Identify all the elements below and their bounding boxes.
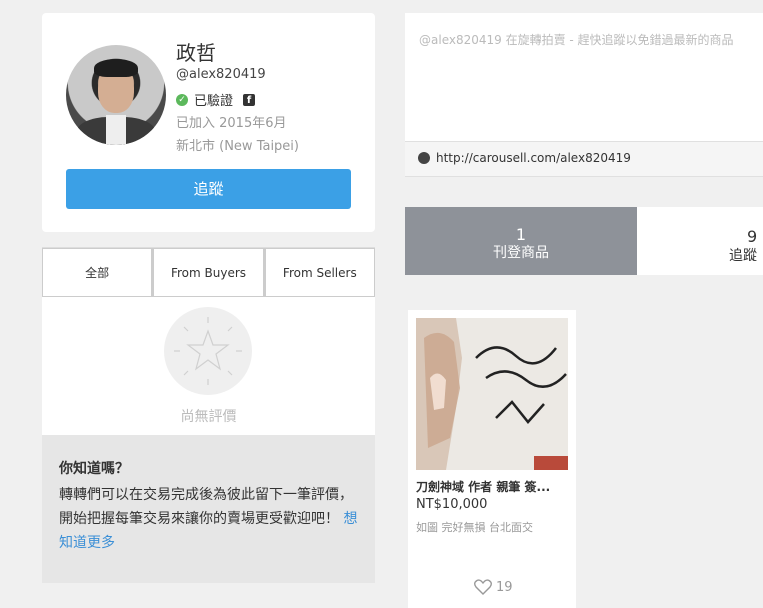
tip-body: 轉轉們可以在交易完成後為彼此留下一筆評價，開始把握每筆交易來讓你的賣場更受歡迎吧… — [59, 483, 359, 555]
profile-url[interactable]: http://carousell.com/alex820419 — [436, 151, 631, 165]
tab-all[interactable]: 全部 — [42, 248, 153, 297]
like-count: 19 — [496, 579, 513, 595]
tip-title: 你知道嗎？ — [59, 461, 129, 477]
check-icon: ✓ — [176, 93, 188, 106]
profile-username: @alex820419 — [176, 67, 266, 82]
verified-status: ✓ 已驗證 f — [176, 90, 256, 109]
like-button[interactable]: 19 — [474, 579, 513, 595]
product-title[interactable]: 刀劍神域 作者 親筆 簽... — [416, 478, 570, 495]
reviews-card: 全部 From Buyers From Sellers 尚無評價 — [42, 247, 375, 436]
verified-label: 已驗證 — [194, 94, 234, 109]
joined-date: 已加入 2015年6月 — [176, 116, 287, 131]
facebook-icon[interactable]: f — [243, 93, 256, 106]
tip-card: 你知道嗎？ 轉轉們可以在交易完成後為彼此留下一筆評價，開始把握每筆交易來讓你的賣… — [42, 435, 375, 583]
profile-card: 政哲 @alex820419 ✓ 已驗證 f 已加入 2015年6月 新北市 (… — [42, 13, 375, 232]
description-text: @alex820419 在旋轉拍賣 - 趕快追蹤以免錯過最新的商品 — [419, 33, 734, 47]
profile-description: @alex820419 在旋轉拍賣 - 趕快追蹤以免錯過最新的商品 — [405, 13, 763, 141]
tab-listings[interactable]: 1 刊登商品 — [405, 207, 637, 275]
no-reviews-text: 尚無評價 — [180, 409, 237, 425]
avatar[interactable] — [66, 45, 166, 145]
follow-button[interactable]: 追蹤 — [66, 169, 351, 209]
product-card[interactable]: 刀劍神域 作者 親筆 簽... NT$10,000 如圖 完好無損 台北面交 1… — [408, 310, 576, 608]
following-label: 追蹤 — [729, 248, 757, 264]
tip-text: 轉轉們可以在交易完成後為彼此留下一筆評價，開始把握每筆交易來讓你的賣場更受歡迎吧… — [59, 487, 353, 527]
tab-from-buyers[interactable]: From Buyers — [152, 248, 264, 297]
globe-icon — [418, 152, 430, 164]
tab-from-sellers[interactable]: From Sellers — [263, 248, 375, 297]
product-description: 如圖 完好無損 台北面交 — [416, 521, 533, 534]
review-tabs: 全部 From Buyers From Sellers — [42, 248, 375, 297]
star-icon — [164, 307, 252, 395]
product-image[interactable] — [416, 318, 568, 470]
tab-following[interactable]: 9 追蹤 — [637, 207, 763, 275]
listings-count: 1 — [515, 225, 527, 244]
location: 新北市 (New Taipei) — [176, 139, 299, 154]
product-price: NT$10,000 — [416, 497, 488, 512]
listings-label: 刊登商品 — [493, 245, 549, 261]
following-count: 9 — [747, 227, 758, 246]
profile-name: 政哲 — [176, 41, 216, 65]
profile-url-bar: http://carousell.com/alex820419 — [405, 141, 763, 177]
heart-icon — [474, 579, 492, 595]
